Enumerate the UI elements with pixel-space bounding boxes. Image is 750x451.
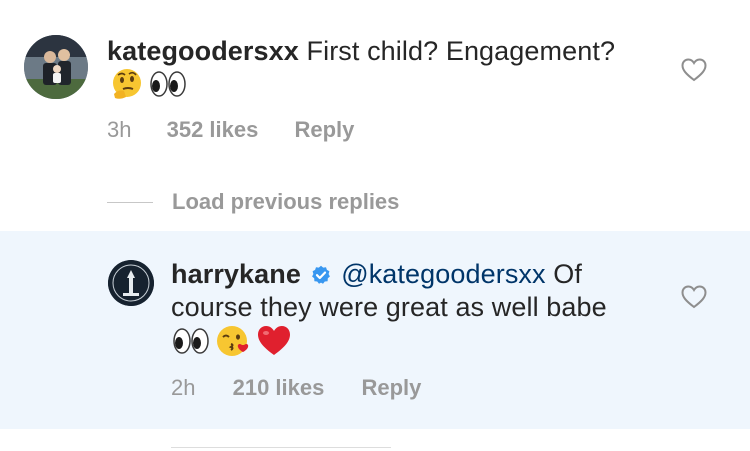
- comment-emojis: [110, 67, 188, 101]
- load-previous-replies-button[interactable]: Load previous replies: [172, 189, 399, 215]
- comment-meta: 3h 352 likes Reply: [107, 117, 354, 143]
- comment-body: kategoodersxx First child? Engagement?: [107, 35, 667, 68]
- eyes-emoji-icon: [150, 71, 187, 97]
- verified-badge-icon: [311, 265, 330, 284]
- replies-divider: [107, 202, 153, 203]
- reply-meta: 2h 210 likes Reply: [171, 375, 421, 401]
- comment-text: First child? Engagement?: [306, 36, 616, 66]
- reply-reply-button[interactable]: Reply: [361, 375, 421, 400]
- thinking-face-emoji-icon: [113, 69, 141, 99]
- reply-text-line1: Of: [553, 259, 582, 289]
- heart-outline-icon: [681, 285, 707, 309]
- avatar-harrykane[interactable]: [108, 260, 154, 306]
- reply-text-line2: course they were great as well babe: [171, 292, 607, 322]
- reply-timestamp[interactable]: 2h: [171, 375, 195, 400]
- reply-emojis: [171, 324, 292, 360]
- comment-like-button[interactable]: [681, 58, 707, 87]
- avatar-photo: [24, 35, 88, 99]
- eyes-emoji-icon: [173, 328, 209, 354]
- comment-likes[interactable]: 352 likes: [167, 117, 259, 142]
- avatar-kategoodersxx[interactable]: [24, 35, 88, 99]
- reply-like-button[interactable]: [681, 285, 707, 314]
- next-item-divider: [171, 447, 391, 448]
- avatar-logo: [108, 260, 154, 306]
- heart-outline-icon: [681, 58, 707, 82]
- reply-body: harrykane @kategoodersxx Of course they …: [171, 258, 671, 324]
- comment-username[interactable]: kategoodersxx: [107, 36, 299, 66]
- comment-reply-button[interactable]: Reply: [294, 117, 354, 142]
- comment-timestamp[interactable]: 3h: [107, 117, 131, 142]
- reply-mention-link[interactable]: @kategoodersxx: [341, 259, 545, 289]
- reply-username[interactable]: harrykane: [171, 259, 301, 289]
- load-previous-replies-label: Load previous replies: [172, 189, 400, 214]
- face-blowing-kiss-emoji-icon: [217, 326, 249, 356]
- reply-likes[interactable]: 210 likes: [233, 375, 325, 400]
- red-heart-emoji-icon: [257, 326, 290, 355]
